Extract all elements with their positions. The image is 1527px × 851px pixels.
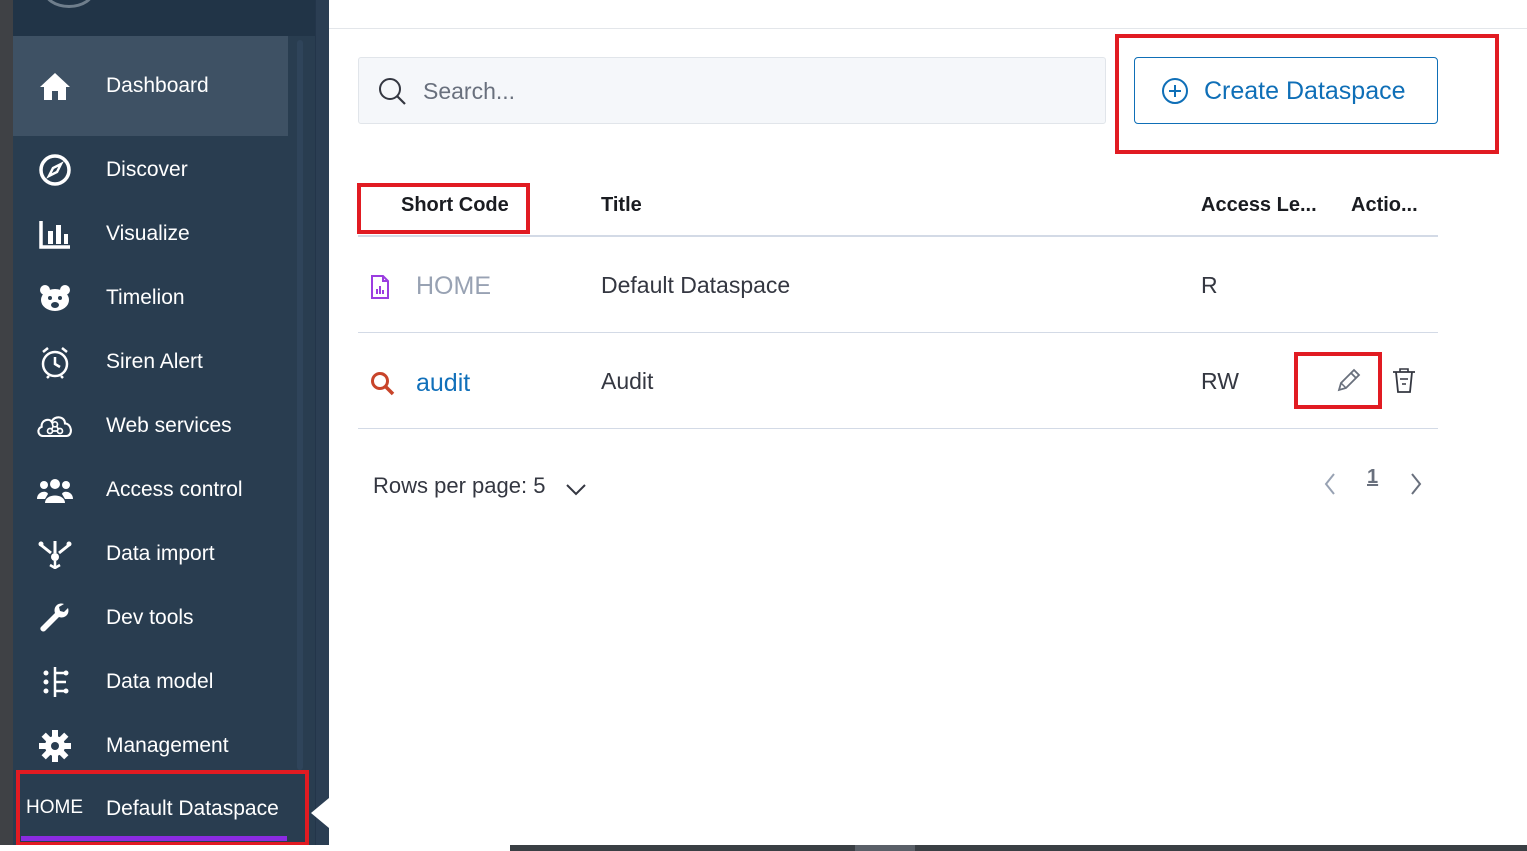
next-page-button[interactable]	[1409, 472, 1423, 501]
column-header-short-code[interactable]: Short Code	[401, 194, 509, 217]
sidebar-item-label: Discover	[106, 158, 188, 181]
dataspace-title: Default Dataspace	[106, 797, 279, 820]
compass-icon	[35, 150, 75, 190]
app-logo	[13, 0, 315, 36]
dataspace-underline	[21, 836, 287, 841]
sidebar: Dashboard Discover Visualize Timelion Si…	[0, 0, 329, 851]
create-dataspace-label: Create Dataspace	[1204, 77, 1406, 105]
sidebar-item-web-services[interactable]: Web services	[13, 394, 288, 458]
sidebar-item-dev-tools[interactable]: Dev tools	[13, 586, 288, 650]
horizontal-scrollbar[interactable]	[510, 845, 1527, 851]
search-icon	[377, 76, 407, 111]
rows-per-page-selector[interactable]: Rows per page: 5	[373, 473, 586, 499]
delete-trash-icon[interactable]	[1390, 365, 1418, 400]
chevron-down-icon	[565, 477, 587, 503]
sidebar-item-access-control[interactable]: Access control	[13, 458, 288, 522]
create-dataspace-button[interactable]: Create Dataspace	[1134, 57, 1438, 124]
wrench-icon	[35, 598, 75, 638]
logo-mark	[43, 0, 95, 8]
row-title: Default Dataspace	[601, 272, 791, 298]
row-access-level: R	[1201, 272, 1218, 298]
sidebar-item-dashboard[interactable]: Dashboard	[13, 36, 288, 136]
page-number-button[interactable]: 1	[1367, 466, 1378, 489]
short-code-home: HOME	[416, 272, 491, 300]
cloud-network-icon	[35, 406, 75, 446]
bar-chart-icon	[35, 214, 75, 254]
sidebar-item-discover[interactable]: Discover	[13, 138, 288, 202]
sidebar-item-label: Access control	[106, 478, 243, 501]
sidebar-item-label: Data import	[106, 542, 215, 565]
sidebar-item-label: Dev tools	[106, 606, 194, 629]
window-edge	[0, 0, 13, 851]
scrollbar-thumb[interactable]	[855, 845, 915, 851]
sidebar-scrollbar[interactable]	[297, 40, 303, 770]
sidebar-item-data-import[interactable]: Data import	[13, 522, 288, 586]
users-icon	[35, 470, 75, 510]
sidebar-item-data-model[interactable]: Data model	[13, 650, 288, 714]
header-divider	[329, 28, 1527, 29]
sidebar-item-label: Timelion	[106, 286, 185, 309]
sidebar-item-management[interactable]: Management	[13, 714, 288, 778]
sidebar-item-label: Visualize	[106, 222, 190, 245]
row-access-level: RW	[1201, 368, 1239, 394]
bear-icon	[35, 278, 75, 318]
main-content: Create Dataspace Short Code Title Access…	[329, 0, 1527, 851]
plus-circle-icon	[1161, 77, 1189, 112]
short-code-audit-link[interactable]: audit	[416, 369, 470, 398]
search-icon	[370, 371, 396, 402]
row-title: Audit	[601, 368, 654, 394]
sidebar-collapse-strip[interactable]	[315, 0, 329, 851]
home-icon	[35, 66, 75, 106]
column-header-title[interactable]: Title	[601, 194, 642, 217]
sidebar-item-timelion[interactable]: Timelion	[13, 266, 288, 330]
search-input[interactable]	[423, 72, 1083, 110]
rows-per-page-label: Rows per page: 5	[373, 473, 546, 498]
gear-icon	[35, 726, 75, 766]
column-header-actions: Actio...	[1351, 194, 1418, 216]
previous-page-button[interactable]	[1323, 472, 1337, 501]
sidebar-item-label: Management	[106, 734, 229, 757]
import-icon	[35, 534, 75, 574]
sidebar-item-label: Data model	[106, 670, 214, 693]
search-field[interactable]	[358, 57, 1106, 124]
sidebar-item-label: Siren Alert	[106, 350, 203, 373]
edit-pencil-icon[interactable]	[1335, 366, 1363, 399]
dataspace-code: HOME	[26, 797, 83, 818]
dataspace-pointer	[311, 798, 329, 828]
sidebar-item-label: Web services	[106, 414, 232, 437]
sidebar-item-siren-alert[interactable]: Siren Alert	[13, 330, 288, 394]
bottom-edge	[0, 845, 510, 851]
dataspace-selector[interactable]: HOME Default Dataspace	[13, 775, 309, 851]
row-divider	[358, 332, 1438, 333]
sidebar-item-visualize[interactable]: Visualize	[13, 202, 288, 266]
column-header-access-level[interactable]: Access Le...	[1201, 194, 1317, 217]
document-chart-icon	[370, 274, 390, 305]
alarm-clock-icon	[35, 342, 75, 382]
table-header-divider	[358, 235, 1438, 237]
sidebar-item-label: Dashboard	[106, 74, 209, 97]
data-model-icon	[35, 662, 75, 702]
row-divider	[358, 428, 1438, 429]
